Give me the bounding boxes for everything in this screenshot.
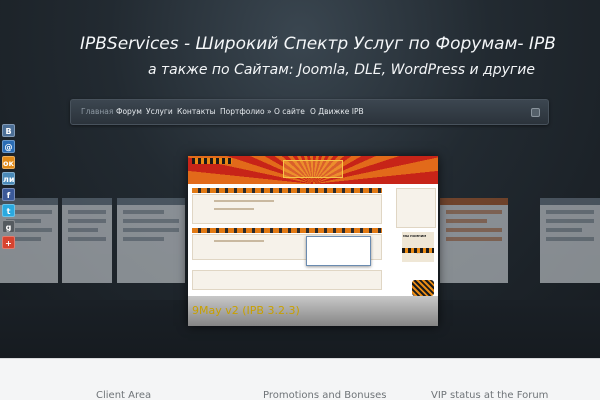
slider-thumbnail[interactable] [440, 198, 508, 283]
st-george-ribbon-icon [192, 158, 232, 164]
order-medal-icon [412, 280, 434, 296]
google-icon[interactable]: g [2, 220, 15, 233]
slide-text-line [214, 240, 264, 242]
footer-link-client-area[interactable]: Client Area [96, 390, 151, 400]
site-subtitle: а также по Сайтам: Joomla, DLE, WordPres… [148, 62, 535, 78]
mailru-icon[interactable]: @ [2, 140, 15, 153]
slide-text-line [214, 200, 274, 202]
nav-item-about[interactable]: О сайте [274, 107, 305, 116]
slide-category-bar [192, 188, 382, 193]
nav-item-contacts[interactable]: Контакты [177, 107, 216, 116]
slider-thumbnail[interactable] [117, 198, 185, 283]
site-title: IPBServices - Широкий Спектр Услуг по Фо… [80, 34, 556, 54]
slide-text-line [214, 208, 254, 210]
nav-item-portfolio[interactable]: Портфолио » [220, 107, 272, 116]
vk-icon[interactable]: В [2, 124, 15, 137]
active-slide[interactable]: МЫ ПОМНИММЫ ГОРДИМСЯ 9May v2 (IPB 3.2.3) [188, 156, 438, 326]
nav-item-home[interactable]: Главная [81, 107, 113, 116]
st-george-ribbon-icon [402, 248, 434, 253]
search-icon[interactable] [531, 108, 540, 117]
main-navigation: Главная Форум Услуги Контакты Портфолио … [70, 99, 549, 125]
social-share-panel: В @ ок ли f t g + [2, 124, 16, 252]
slide-stats-block [192, 270, 382, 290]
nav-item-services[interactable]: Услуги [146, 107, 173, 116]
slide-category-bar [192, 228, 382, 233]
nav-item-about-ipb[interactable]: О Движке IPB [310, 107, 364, 116]
facebook-icon[interactable]: f [2, 188, 15, 201]
slider-thumbnail[interactable] [540, 198, 600, 283]
slide-user-popup [306, 236, 371, 266]
liveinternet-icon[interactable]: ли [2, 172, 15, 185]
footer-links-bar: Client Area Promotions and Bonuses VIP s… [0, 358, 600, 400]
hero-section: IPBServices - Широкий Спектр Услуг по Фо… [0, 0, 600, 358]
slider-thumbnail[interactable] [62, 198, 112, 283]
twitter-icon[interactable]: t [2, 204, 15, 217]
odnoklassniki-icon[interactable]: ок [2, 156, 15, 169]
slide-logo [283, 160, 343, 178]
footer-link-promotions[interactable]: Promotions and Bonuses [263, 390, 387, 400]
googleplus-icon[interactable]: + [2, 236, 15, 249]
slide-sidebar-block [396, 188, 436, 228]
slide-caption: 9May v2 (IPB 3.2.3) [192, 304, 300, 317]
footer-link-vip-status[interactable]: VIP status at the Forum [431, 390, 548, 400]
nav-item-forum[interactable]: Форум [116, 107, 142, 116]
